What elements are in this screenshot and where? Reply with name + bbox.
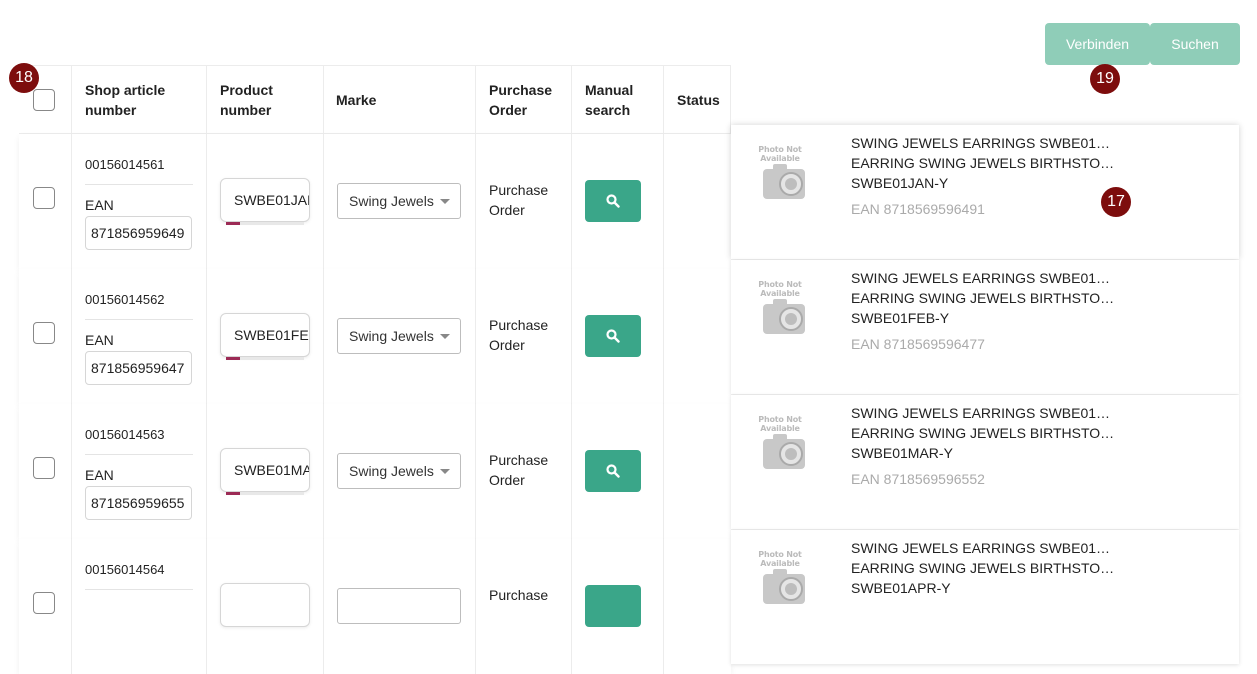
match-card[interactable]: Photo Not Available SWING JEWELS EARRING…: [731, 125, 1239, 259]
ean-label: EAN: [85, 467, 114, 483]
search-icon: [606, 329, 620, 343]
marker-badge-19: 19: [1090, 64, 1120, 94]
shop-article-number: 00156014562: [85, 292, 165, 307]
product-photo-placeholder: Photo Not Available: [741, 542, 819, 614]
marke-select[interactable]: [337, 588, 461, 624]
purchase-order-text: Purchase Order: [489, 182, 549, 218]
header-manual-search: Manual search: [585, 81, 634, 118]
header-status: Status: [677, 91, 720, 108]
chevron-down-icon: [440, 199, 450, 204]
match-title-line1: SWING JEWELS EARRINGS SWBE01…: [851, 270, 1111, 286]
ean-input[interactable]: 871856959647: [85, 351, 192, 385]
ean-input[interactable]: 871856959649: [85, 216, 192, 250]
table-row: 00156014561 EAN 871856959649 SWBE01JAN-Y…: [19, 134, 731, 269]
table-row: 00156014564 Purchase: [19, 539, 731, 674]
match-title-line1: SWING JEWELS EARRINGS SWBE01…: [851, 540, 1111, 556]
marke-select-value: Swing Jewels: [349, 193, 434, 209]
camera-icon: [763, 434, 805, 469]
marke-select-value: Swing Jewels: [349, 463, 434, 479]
camera-icon: [763, 569, 805, 604]
product-number-input[interactable]: SWBE01MAR-Y: [220, 448, 310, 492]
purchase-order-text: Purchase Order: [489, 317, 549, 353]
verbinden-button[interactable]: Verbinden: [1045, 23, 1150, 65]
match-title-line2: EARRING SWING JEWELS BIRTHSTO…: [851, 290, 1115, 306]
match-ean: EAN 8718569596552: [851, 471, 985, 487]
search-icon: [606, 194, 620, 208]
manual-search-button[interactable]: [585, 585, 641, 627]
row-checkbox[interactable]: [33, 457, 55, 479]
row-checkbox[interactable]: [33, 322, 55, 344]
chevron-down-icon: [440, 334, 450, 339]
header-marke: Marke: [336, 91, 377, 108]
select-all-checkbox[interactable]: [33, 89, 55, 111]
marker-badge-18: 18: [9, 63, 39, 93]
product-number-input[interactable]: SWBE01FEB-Y: [220, 313, 310, 357]
match-sku: SWBE01APR-Y: [851, 580, 951, 596]
ean-label: EAN: [85, 197, 114, 213]
match-title-line2: EARRING SWING JEWELS BIRTHSTO…: [851, 560, 1115, 576]
ean-label: EAN: [85, 332, 114, 348]
match-title-line2: EARRING SWING JEWELS BIRTHSTO…: [851, 425, 1115, 441]
header-purchase-order: Purchase Order: [489, 81, 553, 118]
header-product-number: Product number: [220, 81, 273, 118]
suchen-button[interactable]: Suchen: [1150, 23, 1240, 65]
table-row: 00156014563 EAN 871856959655 SWBE01MAR-Y…: [19, 404, 731, 539]
table-row: 00156014562 EAN 871856959647 SWBE01FEB-Y…: [19, 269, 731, 404]
match-title-line2: EARRING SWING JEWELS BIRTHSTO…: [851, 155, 1115, 171]
product-photo-placeholder: Photo Not Available: [741, 272, 819, 344]
marker-badge-17: 17: [1101, 187, 1131, 217]
header-shop-article-number: Shop article number: [85, 81, 166, 118]
shop-article-number: 00156014563: [85, 427, 165, 442]
articles-table: Shop article number Product number Marke…: [19, 65, 731, 674]
shop-article-number: 00156014564: [85, 562, 165, 577]
product-photo-placeholder: Photo Not Available: [741, 137, 819, 209]
camera-icon: [763, 164, 805, 199]
purchase-order-text: Purchase Order: [489, 452, 549, 488]
match-ean: EAN 8718569596491: [851, 201, 985, 217]
purchase-order-text: Purchase: [489, 587, 549, 603]
match-sku: SWBE01JAN-Y: [851, 175, 949, 191]
marke-select[interactable]: Swing Jewels: [337, 318, 461, 354]
marke-select[interactable]: Swing Jewels: [337, 183, 461, 219]
product-number-input[interactable]: [220, 583, 310, 627]
match-title-line1: SWING JEWELS EARRINGS SWBE01…: [851, 135, 1111, 151]
camera-icon: [763, 299, 805, 334]
row-checkbox[interactable]: [33, 592, 55, 614]
row-checkbox[interactable]: [33, 187, 55, 209]
search-icon: [606, 464, 620, 478]
marke-select[interactable]: Swing Jewels: [337, 453, 461, 489]
match-title-line1: SWING JEWELS EARRINGS SWBE01…: [851, 405, 1111, 421]
chevron-down-icon: [440, 469, 450, 474]
manual-search-button[interactable]: [585, 315, 641, 357]
table-header: Shop article number Product number Marke…: [19, 65, 731, 134]
product-number-input[interactable]: SWBE01JAN-Y: [220, 178, 310, 222]
match-card[interactable]: Photo Not Available SWING JEWELS EARRING…: [731, 260, 1239, 394]
shop-article-number: 00156014561: [85, 157, 165, 172]
manual-search-button[interactable]: [585, 450, 641, 492]
match-sku: SWBE01MAR-Y: [851, 445, 953, 461]
marke-select-value: Swing Jewels: [349, 328, 434, 344]
ean-input[interactable]: 871856959655: [85, 486, 192, 520]
manual-search-button[interactable]: [585, 180, 641, 222]
match-ean: EAN 8718569596477: [851, 336, 985, 352]
match-card[interactable]: Photo Not Available SWING JEWELS EARRING…: [731, 395, 1239, 529]
product-photo-placeholder: Photo Not Available: [741, 407, 819, 479]
match-sku: SWBE01FEB-Y: [851, 310, 950, 326]
match-card[interactable]: Photo Not Available SWING JEWELS EARRING…: [731, 530, 1239, 664]
